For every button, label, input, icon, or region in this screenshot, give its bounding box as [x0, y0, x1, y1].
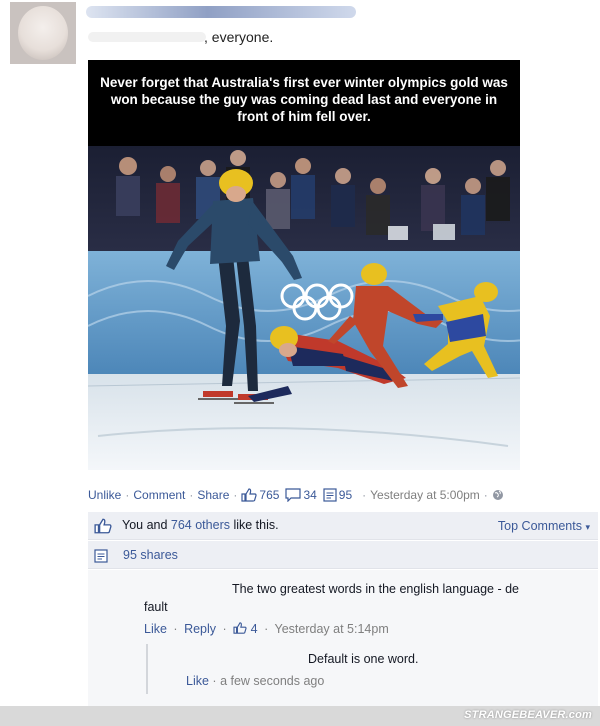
- separator-dot: ·: [233, 488, 238, 502]
- post-image[interactable]: Never forget that Australia's first ever…: [88, 60, 520, 470]
- share-link[interactable]: Share: [197, 488, 229, 502]
- share-icon: [94, 549, 108, 563]
- separator-dot: ·: [362, 488, 367, 502]
- caret-down-icon: ▾: [585, 522, 590, 532]
- likes-summary: You and 764 others like this. Top Commen…: [88, 512, 598, 540]
- reply-comment: Default is one word. Like · a few second…: [146, 644, 558, 694]
- likes-suffix: like this.: [229, 518, 279, 532]
- reply-actions: Like · a few seconds ago: [186, 674, 324, 688]
- globe-icon: [492, 490, 503, 500]
- meme-caption: Never forget that Australia's first ever…: [88, 60, 520, 146]
- comment-bubble-icon: [285, 488, 302, 502]
- separator-dot: ·: [212, 674, 221, 688]
- watermark-bar: STRANGEBEAVER.com: [0, 706, 600, 726]
- separator-dot: ·: [125, 488, 130, 502]
- unlike-link[interactable]: Unlike: [88, 488, 121, 502]
- comment-reply-link[interactable]: Reply: [184, 622, 216, 636]
- comment-text-line2: fault: [144, 600, 168, 614]
- thumbs-up-icon: [241, 488, 258, 502]
- top-comments-dropdown[interactable]: Top Comments ▾: [498, 519, 590, 533]
- shares-link[interactable]: 95 shares: [123, 548, 178, 562]
- post-action-bar: Unlike · Comment · Share · 765 34 95 · Y…: [88, 487, 506, 503]
- likes-prefix: You and: [122, 518, 171, 532]
- profile-avatar[interactable]: [10, 2, 76, 64]
- reply-text: Default is one word.: [308, 652, 419, 666]
- likes-others-link[interactable]: 764 others: [171, 518, 230, 532]
- separator-dot: ·: [189, 488, 194, 502]
- thumbs-up-icon: [233, 622, 247, 634]
- reply-like-link[interactable]: Like: [186, 674, 209, 688]
- blurred-status-start: [88, 32, 206, 42]
- comment-text-line1: The two greatest words in the english la…: [232, 582, 519, 596]
- site-watermark: STRANGEBEAVER.com: [464, 709, 592, 721]
- comment-like-count[interactable]: 4: [251, 622, 258, 636]
- likes-text: You and 764 others like this.: [122, 518, 279, 532]
- like-count[interactable]: 765: [259, 488, 279, 502]
- comment-link[interactable]: Comment: [133, 488, 185, 502]
- comment-like-link[interactable]: Like: [144, 622, 167, 636]
- thumbs-up-icon: [94, 518, 112, 534]
- reply-timestamp[interactable]: a few seconds ago: [220, 674, 324, 688]
- post-timestamp[interactable]: Yesterday at 5:00pm: [370, 488, 480, 502]
- separator-dot: ·: [222, 622, 227, 636]
- speed-skating-photo: [88, 146, 520, 470]
- separator-dot: ·: [264, 622, 269, 636]
- comment-timestamp[interactable]: Yesterday at 5:14pm: [275, 622, 389, 636]
- share-icon: [323, 488, 337, 502]
- shares-summary: 95 shares: [88, 541, 598, 569]
- separator-dot: ·: [483, 488, 488, 502]
- comment-actions: Like · Reply · 4 · Yesterday at 5:14pm: [144, 622, 389, 636]
- status-text: , everyone.: [204, 29, 274, 45]
- comment-count[interactable]: 34: [303, 488, 316, 502]
- top-comments-label: Top Comments: [497, 519, 582, 533]
- share-count[interactable]: 95: [339, 488, 352, 502]
- blurred-author-name: [86, 6, 356, 18]
- separator-dot: ·: [173, 622, 178, 636]
